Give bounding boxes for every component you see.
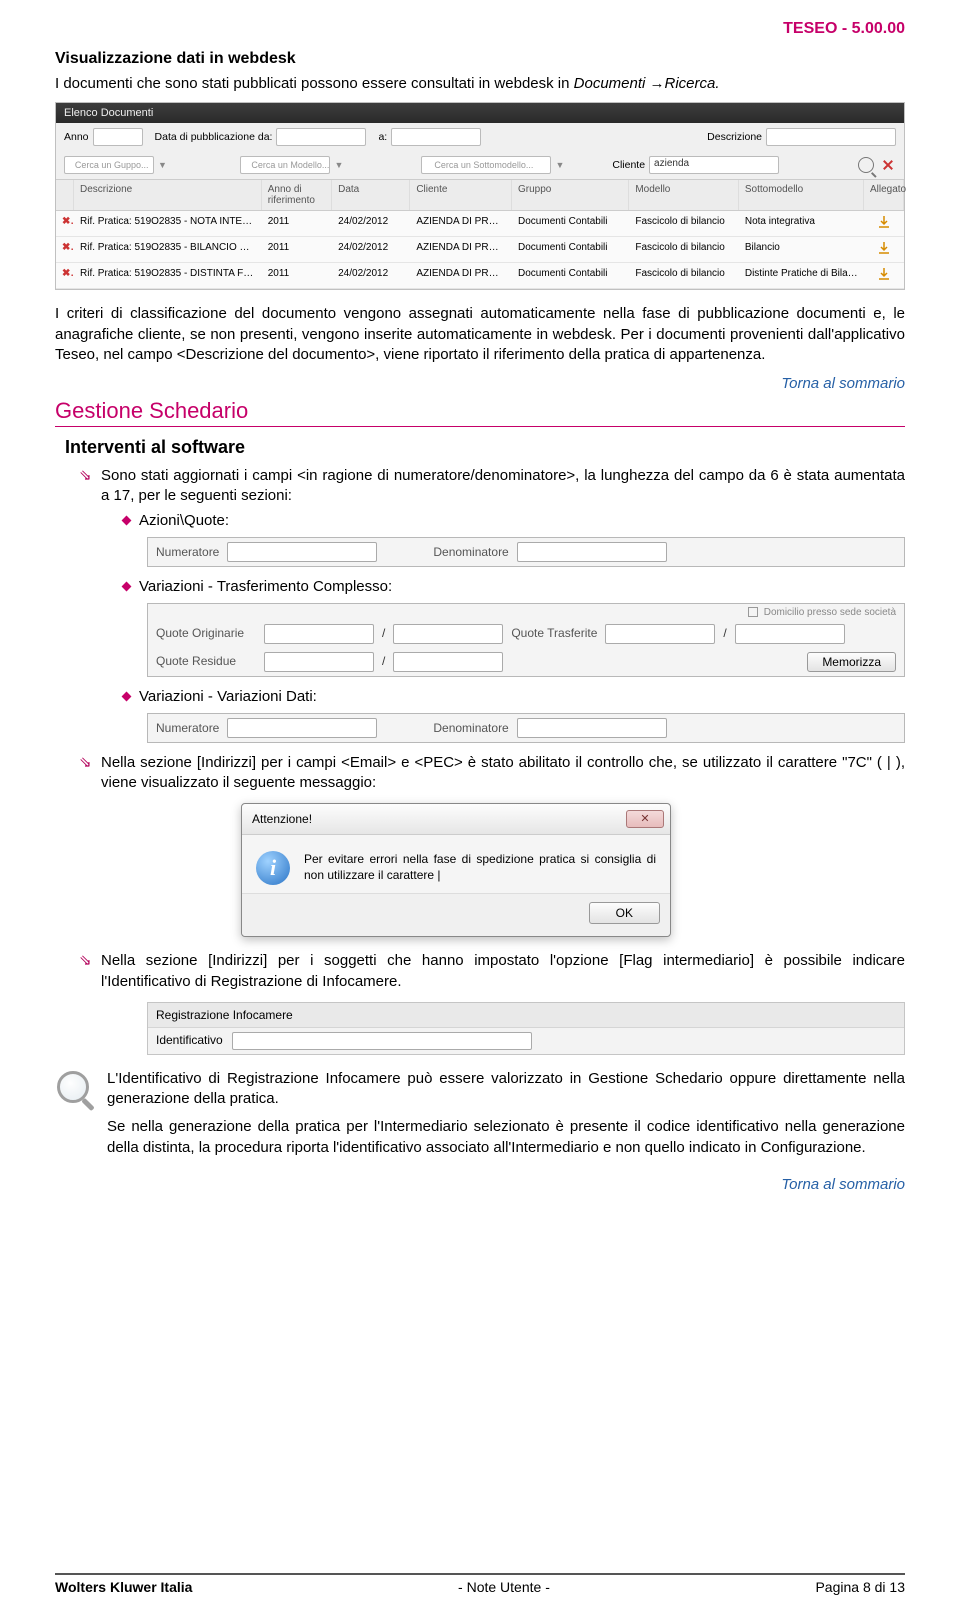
input-cliente[interactable]: azienda xyxy=(649,156,779,174)
placeholder-sottomodello: Cerca un Sottomodello... xyxy=(434,160,533,170)
sub-item-variazioni-dati: Variazioni - Variazioni Dati: xyxy=(125,687,905,707)
delete-icon[interactable]: ✖ xyxy=(56,237,74,262)
input-descrizione[interactable] xyxy=(766,128,896,146)
footer-company: Wolters Kluwer Italia xyxy=(55,1579,192,1595)
dialog-message: Per evitare errori nella fase di spedizi… xyxy=(304,851,656,885)
section-title-webdesk: Visualizzazione dati in webdesk xyxy=(55,50,905,68)
list-item: Sono stati aggiornati i campi <in ragion… xyxy=(83,466,905,743)
documents-table-screenshot: Elenco Documenti Anno Data di pubblicazi… xyxy=(55,102,905,290)
warning-dialog: Attenzione! ✕ i Per evitare errori nella… xyxy=(241,803,671,937)
input-quote-residue-d[interactable] xyxy=(393,652,503,672)
chevron-down-icon: ▼ xyxy=(555,160,564,170)
note-block: L'Identificativo di Registrazione Infoca… xyxy=(55,1069,905,1166)
input-numeratore[interactable] xyxy=(227,542,377,562)
footer-center: - Note Utente - xyxy=(458,1579,550,1595)
table-row[interactable]: ✖ Rif. Pratica: 519O2835 - BILANCIO XBRL… xyxy=(56,237,904,263)
label-quote-originarie: Quote Originarie xyxy=(156,625,256,641)
ui-trasferimento: Domicilio presso sede società Quote Orig… xyxy=(147,603,905,677)
label-a: a: xyxy=(378,131,387,143)
sub-item-azioni: Azioni\Quote: xyxy=(125,511,905,531)
label-numeratore: Numeratore xyxy=(156,544,219,560)
section-gestione-schedario: Gestione Schedario xyxy=(55,398,905,427)
intro-text-a: I documenti che sono stati pubblicati po… xyxy=(55,75,574,92)
input-numeratore-2[interactable] xyxy=(227,718,377,738)
filter-row-1: Anno Data di pubblicazione da: a: Descri… xyxy=(56,123,904,151)
list-item: Nella sezione [Indirizzi] per i campi <E… xyxy=(83,753,905,938)
dropdown-gruppo[interactable] xyxy=(64,156,154,174)
input-date-da[interactable] xyxy=(276,128,366,146)
table-row[interactable]: ✖ Rif. Pratica: 519O2835 - NOTA INTEGRAT… xyxy=(56,211,904,237)
placeholder-modello: Cerca un Modello... xyxy=(251,160,329,170)
chevron-down-icon: ▼ xyxy=(334,160,343,170)
magnifier-icon xyxy=(55,1069,95,1109)
subsection-interventi: Interventi al software xyxy=(65,437,905,458)
ui-variazioni-dati: Numeratore Denominatore xyxy=(147,713,905,743)
back-to-summary-link[interactable]: Torna al sommario xyxy=(55,375,905,392)
infocamere-title: Registrazione Infocamere xyxy=(148,1003,904,1028)
delete-icon[interactable]: ✖ xyxy=(56,263,74,288)
label-numeratore: Numeratore xyxy=(156,720,219,736)
chevron-down-icon: ▼ xyxy=(158,160,167,170)
list-item: Nella sezione [Indirizzi] per i soggetti… xyxy=(83,951,905,1055)
input-quote-residue-n[interactable] xyxy=(264,652,374,672)
ui-azioni-quote: Numeratore Denominatore xyxy=(147,537,905,567)
label-identificativo: Identificativo xyxy=(156,1033,223,1047)
checkbox-domicilio[interactable] xyxy=(748,607,758,617)
download-icon[interactable] xyxy=(864,237,904,262)
label-quote-residue: Quote Residue xyxy=(156,653,256,669)
input-denominatore[interactable] xyxy=(517,542,667,562)
infocamere-box: Registrazione Infocamere Identificativo xyxy=(147,1002,905,1055)
ok-button[interactable]: OK xyxy=(589,902,660,924)
label-descrizione: Descrizione xyxy=(707,131,762,143)
input-quote-trasferite-n[interactable] xyxy=(605,624,715,644)
label-denominatore: Denominatore xyxy=(433,720,508,736)
label-cliente: Cliente xyxy=(612,159,645,171)
download-icon[interactable] xyxy=(864,211,904,236)
delete-icon[interactable]: ✖ xyxy=(56,211,74,236)
search-icon[interactable] xyxy=(858,157,874,173)
page-footer: Wolters Kluwer Italia - Note Utente - Pa… xyxy=(55,1573,905,1595)
table-row[interactable]: ✖ Rif. Pratica: 519O2835 - DISTINTA FEDR… xyxy=(56,263,904,289)
filter-row-2: ▼Cerca un Guppo... ▼Cerca un Modello... … xyxy=(56,151,904,179)
input-quote-originarie-d[interactable] xyxy=(393,624,503,644)
close-button[interactable]: ✕ xyxy=(626,810,664,828)
note-paragraph-1: L'Identificativo di Registrazione Infoca… xyxy=(107,1069,905,1110)
criteria-paragraph: I criteri di classificazione del documen… xyxy=(55,304,905,365)
input-denominatore-2[interactable] xyxy=(517,718,667,738)
intro-link-text: Documenti →Ricerca. xyxy=(574,75,720,92)
input-date-a[interactable] xyxy=(391,128,481,146)
input-anno[interactable] xyxy=(93,128,143,146)
back-to-summary-link[interactable]: Torna al sommario xyxy=(55,1176,905,1193)
label-quote-trasferite: Quote Trasferite xyxy=(511,625,597,641)
clear-icon[interactable] xyxy=(880,157,896,173)
note-paragraph-2: Se nella generazione della pratica per l… xyxy=(107,1117,905,1158)
memorizza-button[interactable]: Memorizza xyxy=(807,652,896,672)
sub-item-trasferimento: Variazioni - Trasferimento Complesso: xyxy=(125,577,905,597)
footer-page: Pagina 8 di 13 xyxy=(815,1579,905,1595)
intro-paragraph: I documenti che sono stati pubblicati po… xyxy=(55,74,905,94)
input-quote-trasferite-d[interactable] xyxy=(735,624,845,644)
product-header: TESEO - 5.00.00 xyxy=(55,0,905,38)
download-icon[interactable] xyxy=(864,263,904,288)
label-anno: Anno xyxy=(64,131,89,143)
table-header-row: Descrizione Anno di riferimento Data Cli… xyxy=(56,179,904,211)
label-da: Data di pubblicazione da: xyxy=(155,131,273,143)
info-icon: i xyxy=(256,851,290,885)
label-domicilio: Domicilio presso sede società xyxy=(764,607,896,618)
input-quote-originarie-n[interactable] xyxy=(264,624,374,644)
input-identificativo[interactable] xyxy=(232,1032,532,1050)
panel-title: Elenco Documenti xyxy=(56,103,904,123)
label-denominatore: Denominatore xyxy=(433,544,508,560)
dialog-title-text: Attenzione! xyxy=(252,811,312,827)
